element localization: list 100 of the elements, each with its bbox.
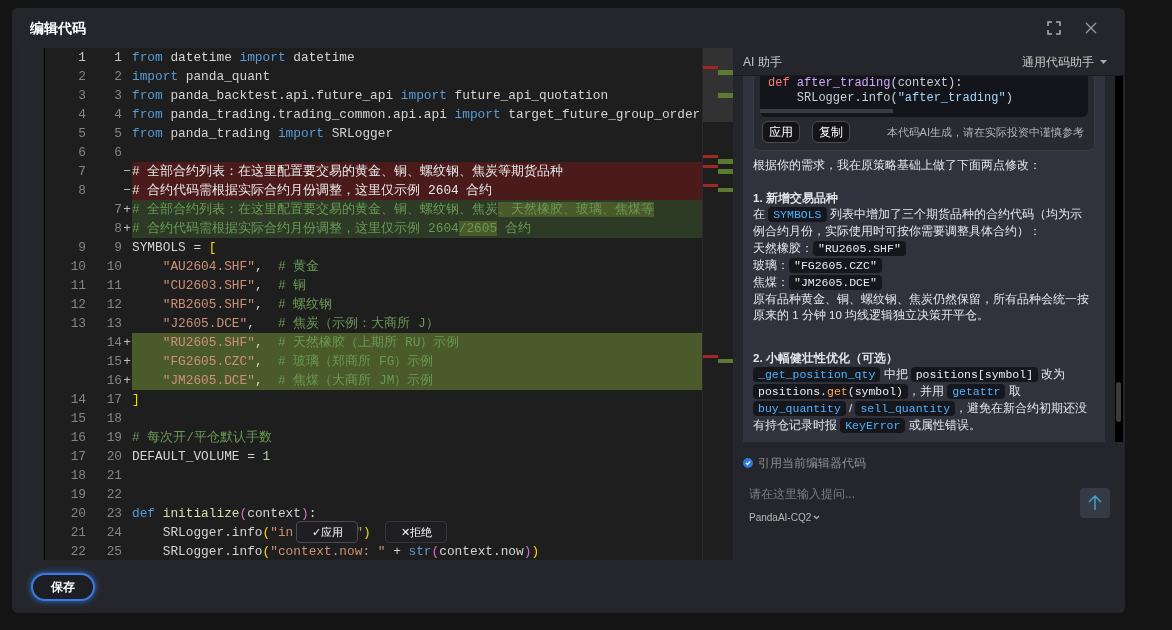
message-text: _get_position_qty 中把 positions[symbol] 改为 positions.get(symbol) ，并用 getattr 取 buy_quantity / sell_quantity ，避免在新合约初期还没有持仓记录时报 KeyError 或属性错误。: [753, 366, 1089, 434]
code-line: from panda_trading.trading_common.api.api import target_future_group_order: [132, 106, 701, 124]
send-button[interactable]: [1080, 487, 1110, 518]
code-editor[interactable]: [18, 48, 733, 560]
line-number: 18: [106, 411, 122, 426]
line-number: 17: [70, 449, 86, 464]
line-number: 3: [114, 88, 122, 103]
line-number: 5: [114, 126, 122, 141]
code-line: SYMBOLS = [: [132, 239, 217, 257]
fullscreen-icon[interactable]: [1047, 21, 1061, 35]
diff-marker: +: [123, 202, 131, 217]
line-number: 3: [78, 88, 86, 103]
code-line: SRLogger.info("after_trading"): [795, 91, 1014, 106]
line-number: 4: [78, 107, 86, 122]
line-number: 18: [70, 468, 86, 483]
line-number: 25: [106, 544, 122, 559]
panel-title: AI 助手: [743, 53, 782, 71]
line-number: 24: [106, 525, 122, 540]
model-dropdown[interactable]: PandaAI-CQ2: [749, 510, 821, 525]
line-number: 10: [70, 259, 86, 274]
apply-button[interactable]: 应用: [762, 121, 800, 143]
message-text: 在 SYMBOLS 列表中增加了三个期货品种的合约代码（均为示例合约月份，实际使用时可按你需要调整具体合约）：: [753, 206, 1083, 239]
code-line: # 合约代码需根据实际合约月份调整，这里仅示例 2604/2605 合约: [132, 220, 531, 238]
line-number: 10: [106, 259, 122, 274]
line-number: 1: [78, 50, 86, 65]
mode-dropdown[interactable]: 通用代码助手: [1022, 52, 1107, 71]
line-number: 20: [70, 506, 86, 521]
line-number: 16: [106, 373, 122, 388]
caret-icon: [1100, 59, 1107, 64]
line-number: 8: [78, 183, 86, 198]
arrow-up-icon: [1088, 495, 1102, 510]
message-text: 玻璃： "FG2605.CZC": [753, 256, 1093, 274]
diff-marker: −: [123, 164, 131, 179]
save-button[interactable]: 保存: [31, 572, 95, 601]
code-line: import panda_quant: [132, 68, 271, 86]
line-number: 7: [114, 202, 122, 217]
scrollbar-thumb[interactable]: [1116, 382, 1121, 422]
section-heading: 2. 小幅健壮性优化（可选）: [753, 350, 899, 366]
line-number: 12: [70, 297, 86, 312]
code-line: "JM2605.DCE", # 焦煤（大商所 JM）示例: [161, 372, 434, 390]
diff-overview-ruler[interactable]: [702, 48, 733, 560]
dialog-title: 编辑代码: [30, 18, 86, 38]
code-line: DEFAULT_VOLUME = 1: [132, 448, 271, 466]
line-number: 19: [106, 430, 122, 445]
code-line: # 全部合约列表：在这里配置要交易的黄金、铜、螺纹钢、焦炭等期货品种: [132, 163, 564, 181]
line-number: 17: [106, 392, 122, 407]
line-number: 4: [114, 107, 122, 122]
line-number: 7: [78, 164, 86, 179]
code-line: def after_trading(context):: [768, 76, 964, 91]
diff-marker: +: [123, 373, 131, 388]
scroll-thumb[interactable]: [703, 48, 733, 122]
scrollbar-thumb[interactable]: [760, 109, 893, 113]
code-line: "AU2604.SHF", # 黄金: [161, 258, 320, 276]
code-line: "J2605.DCE", # 焦炭（示例：大商所 J）: [161, 315, 439, 333]
code-line: from panda_trading import SRLogger: [132, 125, 394, 143]
code-line: # 每次开/平仓默认手数: [132, 429, 273, 447]
line-number: 13: [70, 316, 86, 331]
line-number: 1: [114, 50, 122, 65]
code-line: "CU2603.SHF", # 铜: [161, 277, 307, 295]
line-number: 15: [106, 354, 122, 369]
code-line: # 合约代码需根据实际合约月份调整，这里仅示例 2604 合约: [132, 182, 493, 200]
diff-marker: +: [123, 221, 131, 236]
close-icon[interactable]: [1085, 22, 1097, 34]
line-number: 6: [114, 145, 122, 160]
line-number: 22: [106, 487, 122, 502]
code-line: "FG2605.CZC", # 玻璃（郑商所 FG）示例: [161, 353, 434, 371]
copy-button[interactable]: 复制: [812, 121, 850, 143]
line-number: 6: [78, 145, 86, 160]
code-line: "RU2605.SHF", # 天然橡胶（上期所 RU）示例: [161, 334, 460, 352]
accept-button[interactable]: ✓应用: [296, 521, 358, 543]
line-number: 2: [114, 69, 122, 84]
question-input[interactable]: 请在这里输入提问...: [749, 485, 1049, 503]
checkbox-label: 引用当前编辑器代码: [758, 455, 866, 472]
line-number: 22: [70, 544, 86, 559]
line-number: 23: [106, 506, 122, 521]
line-number: 8: [114, 221, 122, 236]
caret-icon: [813, 515, 821, 520]
line-number: 21: [70, 525, 86, 540]
line-number: 14: [106, 335, 122, 350]
code-line: from panda_backtest.api.future_api import future_api_quotation: [132, 87, 609, 105]
line-number: 20: [106, 449, 122, 464]
line-number: 9: [78, 240, 86, 255]
line-number: 13: [106, 316, 122, 331]
message-text: 根据你的需求，我在原策略基础上做了下面两点修改：: [753, 158, 1042, 173]
line-number: 2: [78, 69, 86, 84]
message-text: 原有品种黄金、铜、螺纹钢、焦炭仍然保留，所有品种会统一按原来的 1 分钟 10 均线逻辑独立决策开平仓。: [753, 291, 1090, 323]
diff-marker: +: [123, 335, 131, 350]
code-line: def initialize(context):: [132, 505, 317, 523]
line-number: 15: [70, 411, 86, 426]
code-line: SRLogger.info("context.now: " + str(context.now)): [161, 543, 540, 560]
line-number: 21: [106, 468, 122, 483]
reject-button[interactable]: ✕拒绝: [385, 521, 447, 543]
line-number: 16: [70, 430, 86, 445]
checkbox[interactable]: [743, 458, 753, 468]
code-line: "RB2605.SHF", # 螺纹钢: [161, 296, 333, 314]
line-number: 14: [70, 392, 86, 407]
code-line: ]: [132, 391, 140, 409]
line-number: 11: [70, 278, 86, 293]
diff-marker: +: [123, 354, 131, 369]
line-number: 5: [78, 126, 86, 141]
